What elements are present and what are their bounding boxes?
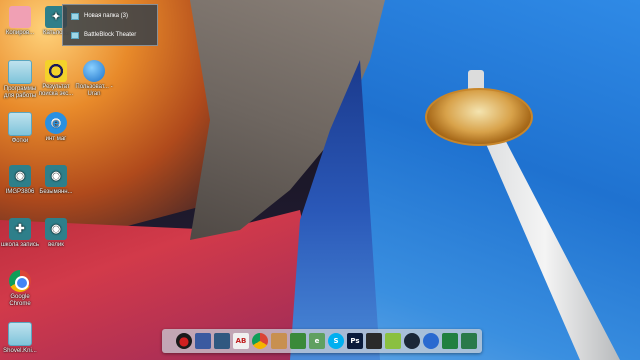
steam-icon[interactable]: [404, 333, 420, 349]
desktop-icon-label: школа запись: [0, 242, 40, 248]
desktop-icon-label: Пользоват... - Uran: [75, 84, 113, 97]
folder-icon: [8, 322, 32, 346]
chrome-icon[interactable]: [252, 333, 268, 349]
desktop-icon-search-results[interactable]: Результат поиска экс...: [36, 60, 76, 98]
bluestacks-icon[interactable]: [385, 333, 401, 349]
colorful-app-icon[interactable]: [195, 333, 211, 349]
notepad-icon[interactable]: e: [309, 333, 325, 349]
desktop-icon-label: Shovel.Kni...: [3, 348, 37, 354]
desktop-icon-uran[interactable]: Пользоват... - Uran: [74, 60, 114, 98]
camera-icon: ◉: [45, 218, 67, 240]
terminal-icon[interactable]: [366, 333, 382, 349]
pink-app-icon: [9, 6, 31, 28]
desktop-icon-untitled[interactable]: ◉ Безымянн...: [36, 165, 76, 196]
desktop-icon-photos[interactable]: Фотки: [0, 112, 40, 145]
desktop-icon-label: Программы для работы: [3, 86, 37, 99]
desktop-icon-label: Копиров...: [5, 30, 35, 36]
jump-item-label: BattleBlock Theater: [84, 32, 137, 38]
jump-list-menu: Новая папка (3) BattleBlock Theater: [62, 4, 158, 46]
abnet-icon[interactable]: AB: [233, 333, 249, 349]
desktop-icon-label: Безымянн...: [39, 189, 73, 195]
target-icon: [45, 60, 67, 82]
desktop-icon-imgp3806[interactable]: ◉ IMGP3806: [0, 165, 40, 196]
desktop-icon-velik[interactable]: ◉ велик: [36, 218, 76, 249]
desktop-icon-label: инт маг: [45, 136, 67, 142]
camera-icon: ◉: [9, 165, 31, 187]
jump-item-battleblock-theater[interactable]: BattleBlock Theater: [63, 27, 157, 43]
desktop-icon-label: IMGP3806: [5, 189, 35, 195]
chrome-icon: [9, 270, 31, 292]
desktop-icon-label: Google Chrome: [9, 294, 31, 307]
desktop-wallpaper: [0, 0, 640, 360]
browser-icon[interactable]: [423, 333, 439, 349]
camera-icon: ◉: [45, 165, 67, 187]
monitor-icon[interactable]: [461, 333, 477, 349]
jump-item-label: Новая папка (3): [84, 13, 128, 19]
folder-icon: [71, 12, 79, 20]
record-icon[interactable]: ●: [176, 333, 192, 349]
game-icon[interactable]: [214, 333, 230, 349]
folder-icon: [8, 112, 32, 136]
people-icon: ✚: [9, 218, 31, 240]
skype-icon[interactable]: S: [328, 333, 344, 349]
dock-bar: ● AB e S Ps: [162, 329, 482, 353]
folder-icon: [8, 60, 32, 84]
desktop-icon-label: Фотки: [11, 138, 29, 144]
desktop-icon-google-chrome[interactable]: Google Chrome: [0, 270, 40, 308]
character-icon[interactable]: [271, 333, 287, 349]
photoshop-icon[interactable]: Ps: [347, 333, 363, 349]
desktop-icon-school-record[interactable]: ✚ школа запись: [0, 218, 40, 249]
internet-explorer-icon: e: [45, 112, 67, 134]
desktop-icon-int-mag[interactable]: e инт маг: [36, 112, 76, 143]
desktop-icon-programs[interactable]: Программы для работы: [0, 60, 40, 100]
game-controller-icon[interactable]: [442, 333, 458, 349]
desktop-icon-label: Результат поиска экс...: [38, 84, 74, 97]
utility-icon[interactable]: [290, 333, 306, 349]
desktop-icon-shovel-knight[interactable]: Shovel.Kni...: [0, 322, 40, 355]
desktop-icon-label: велик: [48, 242, 64, 248]
desktop-icon-kopirov[interactable]: Копиров...: [0, 6, 40, 37]
jump-item-new-folder[interactable]: Новая папка (3): [63, 8, 157, 24]
folder-icon: [71, 31, 79, 39]
globe-icon: [83, 60, 105, 82]
